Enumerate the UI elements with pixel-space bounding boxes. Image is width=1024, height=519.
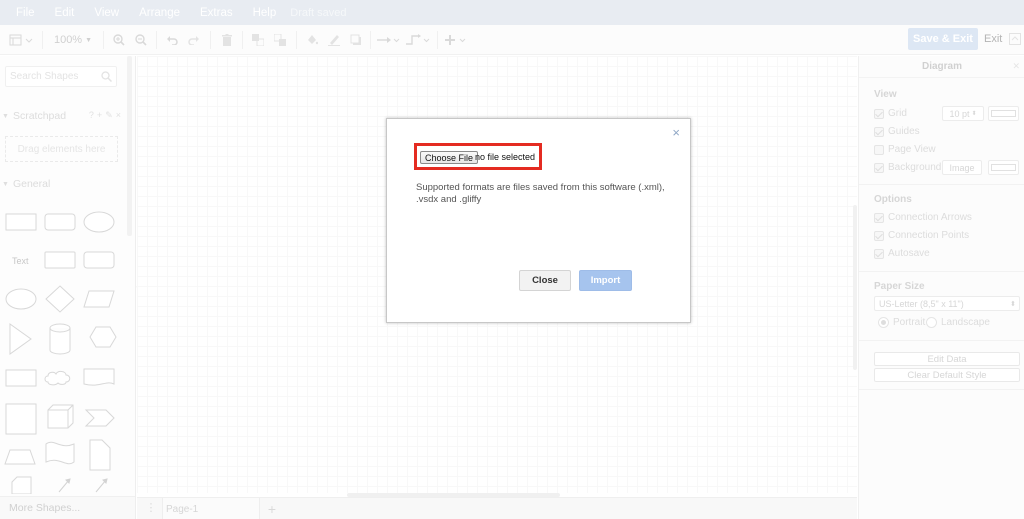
file-status-text: no file selected <box>475 152 536 162</box>
close-icon[interactable]: × <box>672 125 680 140</box>
choose-file-button[interactable]: Choose File <box>420 151 479 164</box>
import-button[interactable]: Import <box>579 270 632 291</box>
open-file-dialog: × Choose File no file selected Supported… <box>386 118 691 323</box>
supported-formats-text: Supported formats are files saved from t… <box>416 182 665 205</box>
close-button[interactable]: Close <box>519 270 571 291</box>
file-input-highlight: Choose File no file selected <box>414 143 542 170</box>
